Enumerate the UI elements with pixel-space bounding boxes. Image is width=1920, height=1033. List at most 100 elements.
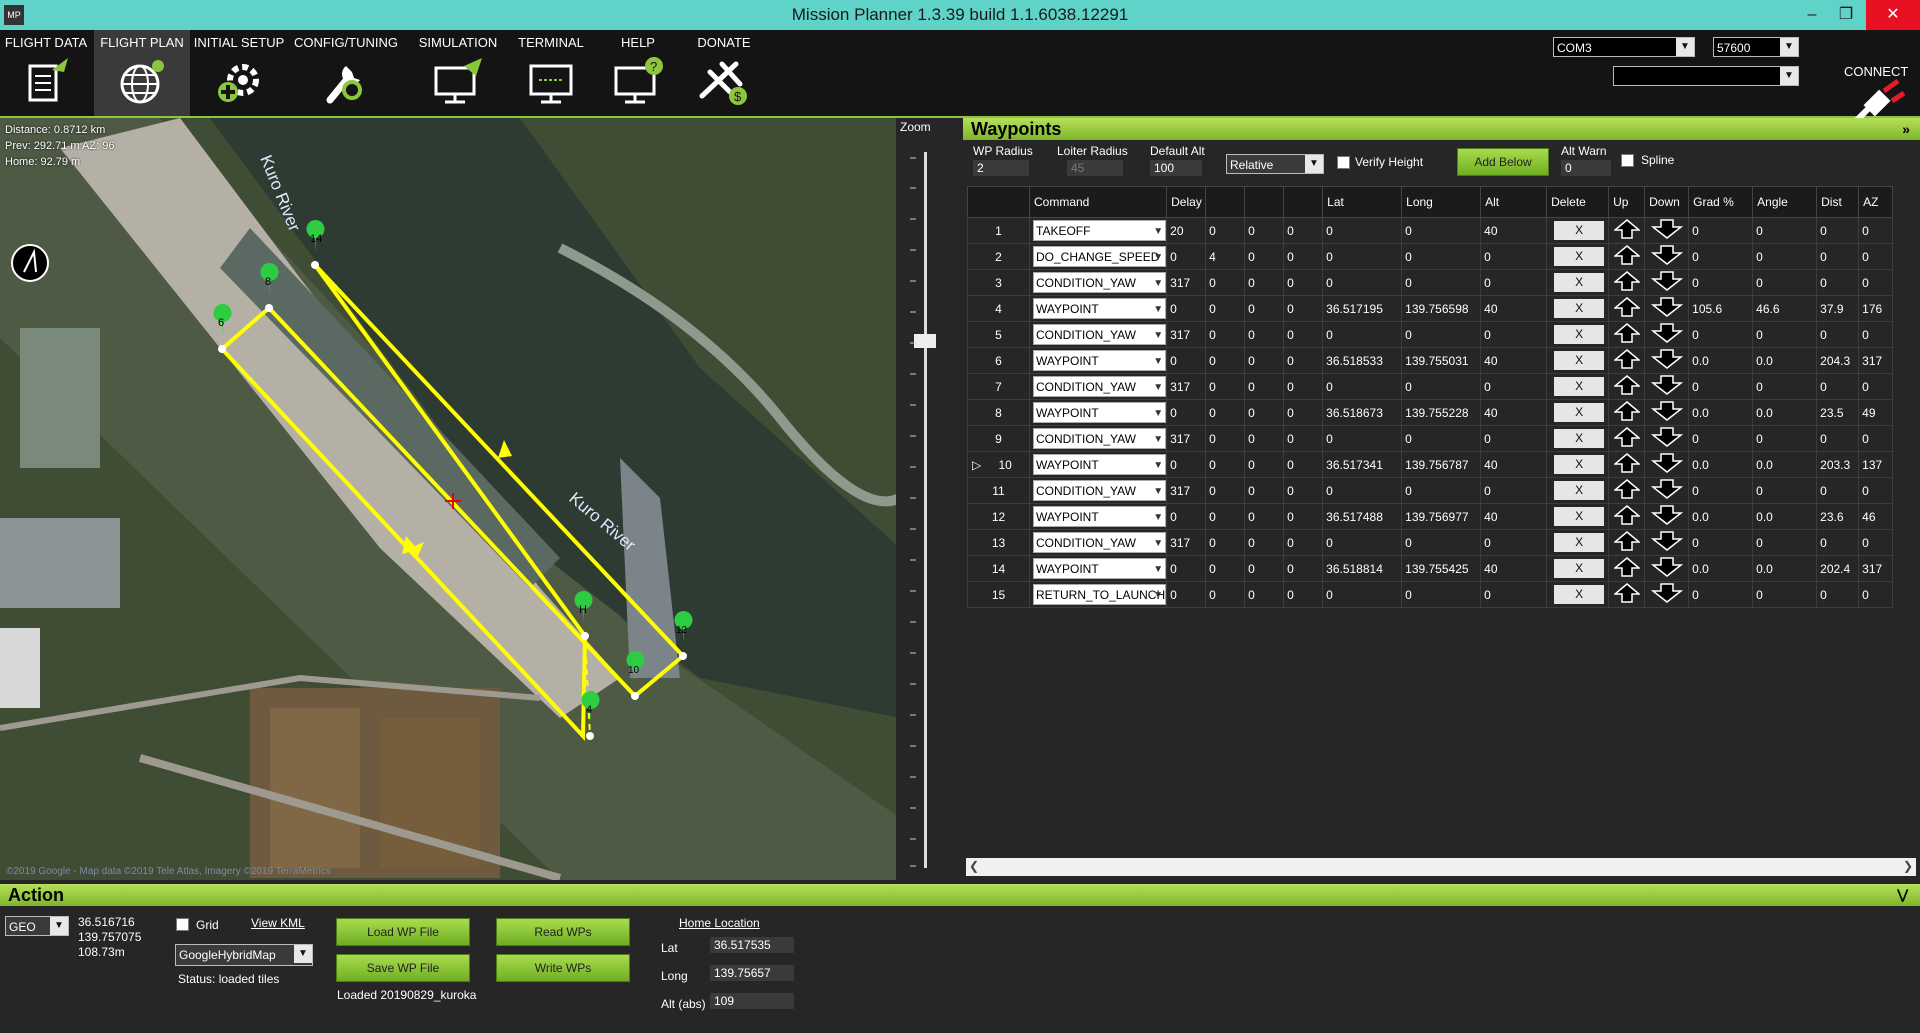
lng-cell[interactable]: 139.756977 [1401,503,1482,530]
menu-terminal[interactable]: TERMINAL [512,30,590,116]
compass-icon[interactable] [11,244,49,282]
move-down-icon[interactable] [1650,582,1684,604]
delete-button[interactable]: X [1554,429,1605,448]
p4-cell[interactable]: 0 [1283,425,1324,452]
table-row[interactable]: 11 CONDITION_YAW ▼ 317 0 0 0 0 0 0 X 0 0 0 0 [967,477,1894,504]
move-down-icon[interactable] [1650,270,1684,292]
p1-cell[interactable]: 0 [1166,295,1207,322]
table-row[interactable]: 7 CONDITION_YAW ▼ 317 0 0 0 0 0 0 X 0 0 0 0 [967,373,1894,400]
close-button[interactable]: ✕ [1866,0,1920,30]
p4-cell[interactable]: 0 [1283,295,1324,322]
move-down-icon[interactable] [1650,426,1684,448]
view-kml-link[interactable]: View KML [251,916,305,930]
lat-cell[interactable]: 36.518533 [1322,347,1403,374]
command-cell[interactable]: CONDITION_YAW ▼ [1028,269,1168,296]
row-number[interactable]: 9 [967,425,1030,452]
table-row[interactable]: 2 DO_CHANGE_SPEED ▼ 0 4 0 0 0 0 0 X 0 0 0 0 [967,243,1894,270]
row-number[interactable]: 1 [967,217,1030,244]
delete-button[interactable]: X [1554,351,1605,370]
row-number[interactable]: 8 [967,399,1030,426]
home-location-link[interactable]: Home Location [679,916,760,930]
delete-button[interactable]: X [1554,455,1605,474]
write-wps-button[interactable]: Write WPs [496,954,630,982]
move-down-icon[interactable] [1650,452,1684,474]
p1-cell[interactable]: 0 [1166,399,1207,426]
p1-cell[interactable]: 0 [1166,581,1207,608]
move-down-icon[interactable] [1650,218,1684,240]
p3-cell[interactable]: 0 [1244,399,1285,426]
lat-cell[interactable]: 36.518673 [1322,399,1403,426]
lng-cell[interactable]: 0 [1401,581,1482,608]
command-select[interactable]: WAYPOINT ▼ [1033,298,1166,319]
menu-initial-setup[interactable]: INITIAL SETUP [192,30,286,116]
table-row[interactable]: 12 WAYPOINT ▼ 0 0 0 0 36.517488 139.756977 40 X 0.0… [967,503,1894,530]
command-cell[interactable]: CONDITION_YAW ▼ [1028,321,1168,348]
delete-button[interactable]: X [1554,247,1605,266]
command-cell[interactable]: CONDITION_YAW ▼ [1028,477,1168,504]
command-select[interactable]: CONDITION_YAW ▼ [1033,480,1166,501]
row-number[interactable]: 4 [967,295,1030,322]
delete-button[interactable]: X [1554,299,1605,318]
alt-cell[interactable]: 0 [1480,581,1548,608]
p2-cell[interactable]: 0 [1205,555,1246,582]
p3-cell[interactable]: 0 [1244,503,1285,530]
table-row[interactable]: 13 CONDITION_YAW ▼ 317 0 0 0 0 0 0 X 0 0 0 0 [967,529,1894,556]
row-number[interactable]: 3 [967,269,1030,296]
command-select[interactable]: WAYPOINT ▼ [1033,350,1166,371]
move-up-icon[interactable] [1612,296,1641,318]
lat-cell[interactable]: 0 [1322,373,1403,400]
row-number[interactable]: 7 [967,373,1030,400]
load-wp-file-button[interactable]: Load WP File [336,918,470,946]
p1-cell[interactable]: 317 [1166,477,1207,504]
move-up-icon[interactable] [1612,582,1641,604]
command-cell[interactable]: WAYPOINT ▼ [1028,347,1168,374]
p4-cell[interactable]: 0 [1283,399,1324,426]
command-cell[interactable]: WAYPOINT ▼ [1028,451,1168,478]
p1-cell[interactable]: 317 [1166,321,1207,348]
p4-cell[interactable]: 0 [1283,347,1324,374]
lng-cell[interactable]: 139.756787 [1401,451,1482,478]
lat-cell[interactable]: 0 [1322,243,1403,270]
row-number[interactable]: 11 [967,477,1030,504]
p3-cell[interactable]: 0 [1244,425,1285,452]
lng-cell[interactable]: 0 [1401,373,1482,400]
command-select[interactable]: TAKEOFF ▼ [1033,220,1166,241]
table-row[interactable]: 6 WAYPOINT ▼ 0 0 0 0 36.518533 139.755031 40 X 0.0 0… [967,347,1894,374]
move-up-icon[interactable] [1612,452,1641,474]
lat-cell[interactable]: 0 [1322,269,1403,296]
delete-button[interactable]: X [1554,221,1605,240]
lng-cell[interactable]: 139.755031 [1401,347,1482,374]
lng-cell[interactable]: 0 [1401,269,1482,296]
lng-cell[interactable]: 0 [1401,477,1482,504]
alt-cell[interactable]: 40 [1480,555,1548,582]
row-number[interactable]: 2 [967,243,1030,270]
p2-cell[interactable]: 0 [1205,399,1246,426]
table-row[interactable]: 1 TAKEOFF ▼ 20 0 0 0 0 0 40 X 0 0 0 0 [967,217,1894,244]
move-up-icon[interactable] [1612,426,1641,448]
p2-cell[interactable]: 0 [1205,295,1246,322]
alt-cell[interactable]: 40 [1480,295,1548,322]
menu-flight-plan[interactable]: FLIGHT PLAN [94,30,190,116]
lat-cell[interactable]: 0 [1322,321,1403,348]
home-lat-input[interactable]: 36.517535 [710,937,794,953]
delete-button[interactable]: X [1554,481,1605,500]
command-cell[interactable]: WAYPOINT ▼ [1028,555,1168,582]
lng-cell[interactable]: 0 [1401,529,1482,556]
scroll-right-icon[interactable]: ❯ [1903,859,1913,873]
lat-cell[interactable]: 36.518814 [1322,555,1403,582]
move-up-icon[interactable] [1612,504,1641,526]
alt-cell[interactable]: 0 [1480,243,1548,270]
move-down-icon[interactable] [1650,322,1684,344]
p3-cell[interactable]: 0 [1244,217,1285,244]
coord-mode-select[interactable]: GEO ▼ [5,916,69,936]
p3-cell[interactable]: 0 [1244,555,1285,582]
spline-checkbox[interactable] [1621,154,1634,167]
command-cell[interactable]: DO_CHANGE_SPEED ▼ [1028,243,1168,270]
p3-cell[interactable]: 0 [1244,347,1285,374]
p2-cell[interactable]: 0 [1205,451,1246,478]
row-number[interactable]: 5 [967,321,1030,348]
table-row[interactable]: 9 CONDITION_YAW ▼ 317 0 0 0 0 0 0 X 0 0 0 0 [967,425,1894,452]
p1-cell[interactable]: 317 [1166,373,1207,400]
p2-cell[interactable]: 0 [1205,425,1246,452]
move-down-icon[interactable] [1650,504,1684,526]
